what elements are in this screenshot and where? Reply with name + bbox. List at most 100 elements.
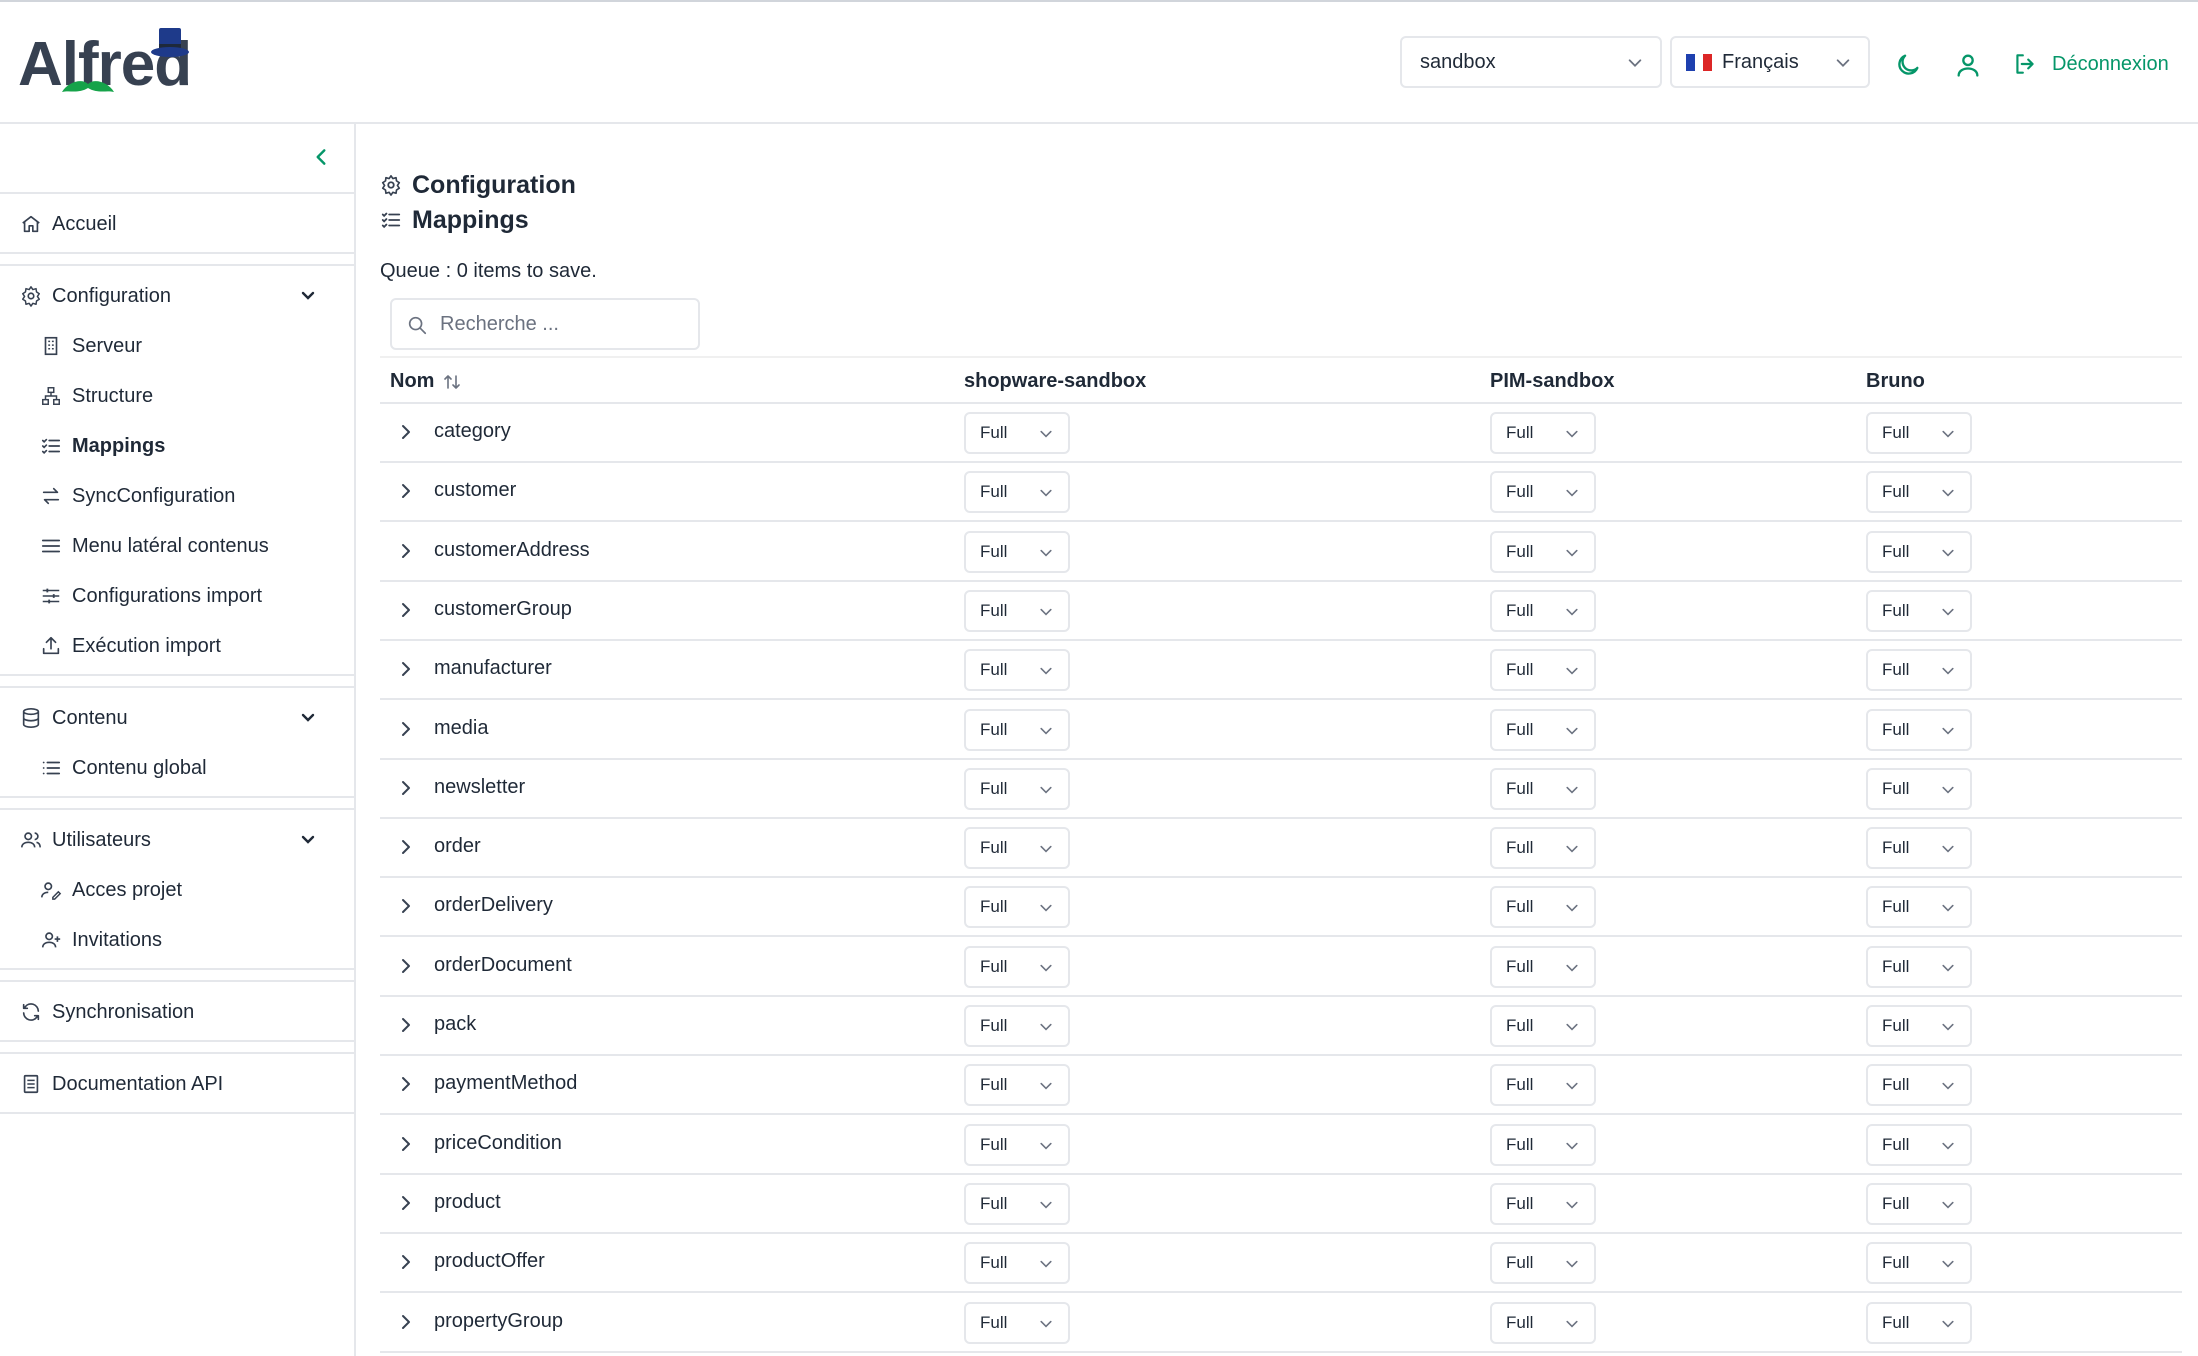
search-input[interactable] bbox=[440, 310, 690, 338]
table-row[interactable]: customerAddress Full Full Full bbox=[380, 523, 2182, 582]
mapping-select[interactable]: Full bbox=[964, 649, 1070, 692]
mapping-select[interactable]: Full bbox=[964, 1064, 1070, 1107]
user-icon[interactable] bbox=[1954, 51, 1982, 79]
chevron-right-icon[interactable] bbox=[396, 659, 416, 679]
mapping-select[interactable]: Full bbox=[1490, 886, 1596, 929]
mapping-select[interactable]: Full bbox=[1490, 1005, 1596, 1047]
chevron-right-icon[interactable] bbox=[396, 956, 416, 976]
sidebar-item-accueil[interactable]: Accueil bbox=[0, 204, 354, 244]
mapping-select[interactable]: Full bbox=[1490, 530, 1596, 573]
mapping-select[interactable]: Full bbox=[1866, 827, 1972, 870]
chevron-right-icon[interactable] bbox=[396, 481, 416, 501]
mapping-select[interactable]: Full bbox=[1490, 1123, 1596, 1166]
sidebar-item-execution-import[interactable]: Exécution import bbox=[0, 626, 354, 666]
mapping-select[interactable]: Full bbox=[1490, 412, 1596, 454]
moon-icon[interactable] bbox=[1894, 51, 1922, 79]
sidebar-item-structure[interactable]: Structure bbox=[0, 376, 354, 416]
logout-button[interactable]: Déconnexion bbox=[2012, 46, 2169, 82]
chevron-right-icon[interactable] bbox=[396, 600, 416, 620]
chevron-right-icon[interactable] bbox=[396, 541, 416, 561]
sidebar-section-configuration[interactable]: Configuration bbox=[0, 276, 354, 316]
table-row[interactable]: orderDocument Full Full Full bbox=[380, 938, 2182, 997]
chevron-right-icon[interactable] bbox=[396, 1312, 416, 1332]
table-row[interactable]: orderDelivery Full Full Full bbox=[380, 878, 2182, 938]
sidebar-item-configurations-import[interactable]: Configurations import bbox=[0, 576, 354, 616]
chevron-right-icon[interactable] bbox=[396, 1074, 416, 1094]
table-row[interactable]: media Full Full Full bbox=[380, 701, 2182, 760]
table-row[interactable]: customer Full Full Full bbox=[380, 463, 2182, 523]
mapping-select[interactable]: Full bbox=[964, 708, 1070, 751]
mapping-select[interactable]: Full bbox=[964, 827, 1070, 870]
mapping-select[interactable]: Full bbox=[1490, 767, 1596, 810]
mapping-select[interactable]: Full bbox=[1866, 886, 1972, 929]
mapping-select[interactable]: Full bbox=[1866, 1123, 1972, 1166]
sidebar-item-acces-projet[interactable]: Acces projet bbox=[0, 870, 354, 910]
mapping-select[interactable]: Full bbox=[1866, 945, 1972, 988]
mapping-select[interactable]: Full bbox=[1490, 471, 1596, 514]
mapping-select[interactable]: Full bbox=[1866, 1182, 1972, 1225]
environment-select[interactable]: sandbox bbox=[1400, 36, 1662, 88]
mapping-select[interactable]: Full bbox=[964, 530, 1070, 573]
table-row[interactable]: productOffer Full Full Full bbox=[380, 1234, 2182, 1294]
mapping-select[interactable]: Full bbox=[1866, 589, 1972, 632]
chevron-right-icon[interactable] bbox=[396, 778, 416, 798]
mapping-select[interactable]: Full bbox=[1490, 1064, 1596, 1107]
sidebar-item-mappings[interactable]: Mappings bbox=[0, 426, 354, 466]
sidebar-item-documentation-api[interactable]: Documentation API bbox=[0, 1064, 354, 1104]
mapping-select[interactable]: Full bbox=[964, 412, 1070, 454]
chevron-right-icon[interactable] bbox=[396, 1193, 416, 1213]
table-row[interactable]: category Full Full Full bbox=[380, 404, 2182, 463]
mapping-select[interactable]: Full bbox=[1866, 1301, 1972, 1344]
table-row[interactable]: manufacturer Full Full Full bbox=[380, 641, 2182, 701]
mapping-select[interactable]: Full bbox=[1866, 708, 1972, 751]
mapping-select[interactable]: Full bbox=[1490, 1301, 1596, 1344]
language-select[interactable]: Français bbox=[1670, 36, 1870, 88]
sidebar-item-menu-lateral[interactable]: Menu latéral contenus bbox=[0, 526, 354, 566]
mapping-select[interactable]: Full bbox=[964, 767, 1070, 810]
chevron-right-icon[interactable] bbox=[396, 1015, 416, 1035]
mapping-select[interactable]: Full bbox=[964, 1123, 1070, 1166]
table-row[interactable]: customerGroup Full Full Full bbox=[380, 582, 2182, 641]
mapping-select[interactable]: Full bbox=[964, 1005, 1070, 1047]
mapping-select[interactable]: Full bbox=[964, 886, 1070, 929]
chevron-right-icon[interactable] bbox=[396, 1252, 416, 1272]
mapping-select[interactable]: Full bbox=[964, 1182, 1070, 1225]
chevron-right-icon[interactable] bbox=[396, 837, 416, 857]
table-row[interactable]: priceCondition Full Full Full bbox=[380, 1116, 2182, 1175]
sidebar-section-utilisateurs[interactable]: Utilisateurs bbox=[0, 820, 354, 860]
table-row[interactable]: newsletter Full Full Full bbox=[380, 760, 2182, 819]
mapping-select[interactable]: Full bbox=[1490, 827, 1596, 870]
mapping-select[interactable]: Full bbox=[964, 589, 1070, 632]
mapping-select[interactable]: Full bbox=[1866, 649, 1972, 692]
mapping-select[interactable]: Full bbox=[1490, 945, 1596, 988]
mapping-select[interactable]: Full bbox=[1490, 649, 1596, 692]
mapping-select[interactable]: Full bbox=[1490, 1182, 1596, 1225]
table-row[interactable]: propertyGroup Full Full Full bbox=[380, 1294, 2182, 1353]
mapping-select[interactable]: Full bbox=[1866, 1005, 1972, 1047]
table-row[interactable]: order Full Full Full bbox=[380, 819, 2182, 879]
app-logo[interactable]: Alfred bbox=[18, 24, 192, 104]
chevron-left-icon[interactable] bbox=[310, 146, 332, 168]
sidebar-item-synchronisation[interactable]: Synchronisation bbox=[0, 992, 354, 1032]
mapping-select[interactable]: Full bbox=[1866, 1242, 1972, 1285]
sidebar-item-syncconfiguration[interactable]: SyncConfiguration bbox=[0, 476, 354, 516]
chevron-right-icon[interactable] bbox=[396, 719, 416, 739]
mapping-select[interactable]: Full bbox=[1866, 412, 1972, 454]
chevron-right-icon[interactable] bbox=[396, 896, 416, 916]
sidebar-item-invitations[interactable]: Invitations bbox=[0, 920, 354, 960]
search-box[interactable] bbox=[390, 298, 700, 350]
chevron-right-icon[interactable] bbox=[396, 422, 416, 442]
column-header-nom[interactable]: Nom bbox=[390, 370, 462, 393]
mapping-select[interactable]: Full bbox=[964, 1301, 1070, 1344]
mapping-select[interactable]: Full bbox=[1490, 1242, 1596, 1285]
mapping-select[interactable]: Full bbox=[964, 945, 1070, 988]
mapping-select[interactable]: Full bbox=[1866, 767, 1972, 810]
sidebar-section-contenu[interactable]: Contenu bbox=[0, 698, 354, 738]
table-row[interactable]: pack Full Full Full bbox=[380, 997, 2182, 1056]
mapping-select[interactable]: Full bbox=[1866, 530, 1972, 573]
sidebar-item-contenu-global[interactable]: Contenu global bbox=[0, 748, 354, 788]
mapping-select[interactable]: Full bbox=[1490, 708, 1596, 751]
mapping-select[interactable]: Full bbox=[1490, 589, 1596, 632]
mapping-select[interactable]: Full bbox=[1866, 471, 1972, 514]
mapping-select[interactable]: Full bbox=[964, 1242, 1070, 1285]
